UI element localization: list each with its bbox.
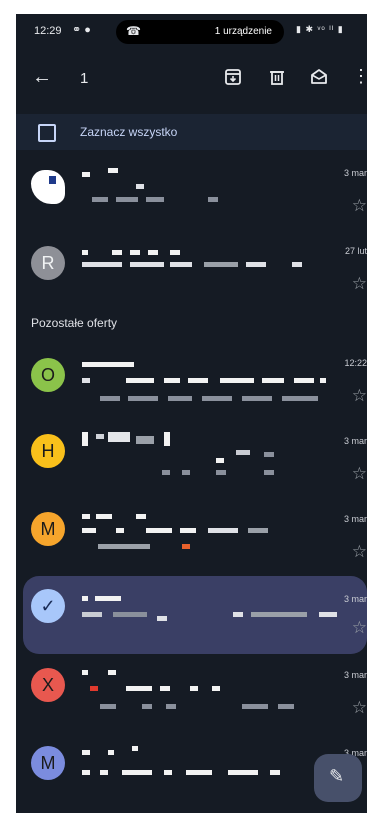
email-date: 3 mar xyxy=(343,168,367,178)
select-all-label: Zaznacz wszystko xyxy=(80,125,178,139)
email-row[interactable]: M 3 mar ☆ xyxy=(16,508,367,586)
star-icon[interactable]: ☆ xyxy=(352,386,367,406)
email-row[interactable]: R 27 lut ☆ xyxy=(16,240,367,318)
email-row[interactable]: H 3 mar ☆ xyxy=(16,430,367,508)
star-icon[interactable]: ☆ xyxy=(352,196,367,216)
email-row[interactable]: O 12:22 ☆ xyxy=(16,352,367,430)
email-date: 3 mar xyxy=(343,514,367,524)
star-icon[interactable]: ☆ xyxy=(352,464,367,484)
star-icon[interactable]: ☆ xyxy=(352,618,367,638)
status-bar: 12:29 ⚭ ● ☎ 1 urządzenie ▮ ✱ ᵛᵒ ᴵᴵ ▮ xyxy=(16,14,367,50)
sender-avatar[interactable]: X xyxy=(31,668,65,702)
sender-avatar[interactable] xyxy=(31,170,65,204)
selected-count: 1 xyxy=(80,70,89,87)
star-icon[interactable]: ☆ xyxy=(352,542,367,562)
status-notification-icons: ⚭ ● xyxy=(72,24,91,36)
pencil-icon: ✎ xyxy=(329,766,345,786)
email-date: 3 mar xyxy=(343,670,367,680)
phone-screen: 12:29 ⚭ ● ☎ 1 urządzenie ▮ ✱ ᵛᵒ ᴵᴵ ▮ ← 1… xyxy=(16,14,367,813)
delete-icon[interactable] xyxy=(268,68,286,86)
email-date: 3 mar xyxy=(343,436,367,446)
device-icon: ☎ xyxy=(126,24,141,38)
star-icon[interactable]: ☆ xyxy=(352,698,367,718)
compose-fab[interactable]: ✎ xyxy=(314,754,362,802)
more-options-icon[interactable]: ⋮ xyxy=(352,66,367,87)
email-date: 27 lut xyxy=(344,246,367,256)
sender-avatar[interactable]: O xyxy=(31,358,65,392)
devices-label: 1 urządzenie xyxy=(214,26,272,37)
connected-devices-pill[interactable]: ☎ 1 urządzenie xyxy=(116,20,284,44)
email-date: 3 mar xyxy=(343,594,367,604)
section-header: Pozostałe oferty xyxy=(31,316,118,330)
selection-toolbar: ← 1 ⋮ xyxy=(16,50,367,108)
sender-avatar[interactable]: M xyxy=(31,746,65,780)
sender-avatar[interactable]: R xyxy=(31,246,65,280)
email-row[interactable]: X 3 mar ☆ xyxy=(16,664,367,742)
email-row[interactable]: 3 mar ☆ xyxy=(16,162,367,240)
archive-icon[interactable] xyxy=(224,68,242,86)
star-icon[interactable]: ☆ xyxy=(352,274,367,294)
status-time: 12:29 xyxy=(34,25,62,37)
sender-avatar[interactable]: H xyxy=(31,434,65,468)
selected-check-icon[interactable]: ✓ xyxy=(31,589,65,623)
email-row-selected[interactable]: ✓ 3 mar ☆ xyxy=(23,576,367,654)
select-all-bar[interactable]: Zaznacz wszystko xyxy=(16,114,367,150)
sender-avatar[interactable]: M xyxy=(31,512,65,546)
email-date: 12:22 xyxy=(344,358,367,368)
mark-read-icon[interactable] xyxy=(310,68,328,86)
select-all-checkbox[interactable] xyxy=(38,124,56,142)
back-arrow-icon[interactable]: ← xyxy=(32,66,52,89)
system-status-icons: ▮ ✱ ᵛᵒ ᴵᴵ ▮ xyxy=(296,24,344,34)
